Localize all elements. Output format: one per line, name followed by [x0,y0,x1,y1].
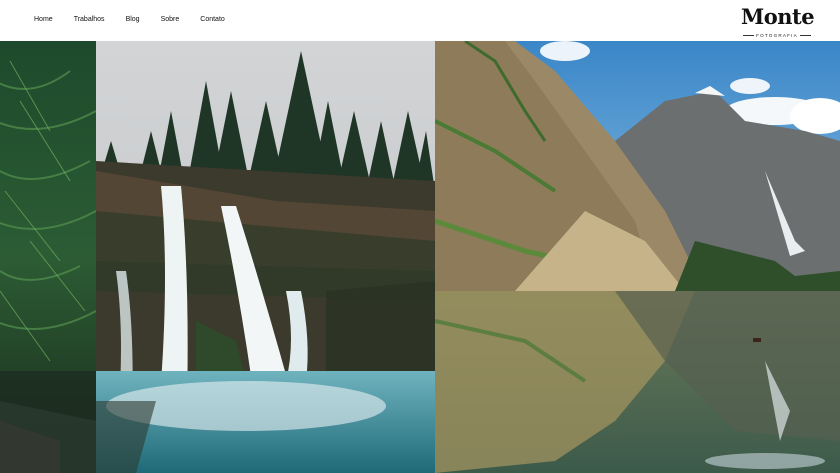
waterfall-image [96,41,435,473]
logo-rule-right [799,34,811,36]
logo-wordmark: Monte [741,4,815,29]
nav-trabalhos-link[interactable]: Trabalhos [74,15,105,25]
mountain-lake-image [435,41,840,473]
logo-tagline: FOTOGRAFIA [756,32,798,38]
photo-waterfall[interactable] [96,41,435,473]
nav-contato-link[interactable]: Contato [200,15,225,25]
photo-mountain-lake[interactable] [435,41,840,473]
photo-gallery [0,41,840,473]
nav-sobre-link[interactable]: Sobre [161,15,180,25]
forest-image [0,41,96,473]
site-header: Home Trabalhos Blog Sobre Contato Monte … [0,0,840,41]
logo-tagline-row: FOTOGRAFIA [741,31,813,39]
site-logo[interactable]: Monte FOTOGRAFIA [741,4,815,39]
main-nav: Home Trabalhos Blog Sobre Contato [34,15,246,25]
logo-rule-left [743,34,755,36]
nav-home-link[interactable]: Home [34,15,53,25]
photo-forest[interactable] [0,41,96,473]
nav-blog-link[interactable]: Blog [126,15,140,25]
